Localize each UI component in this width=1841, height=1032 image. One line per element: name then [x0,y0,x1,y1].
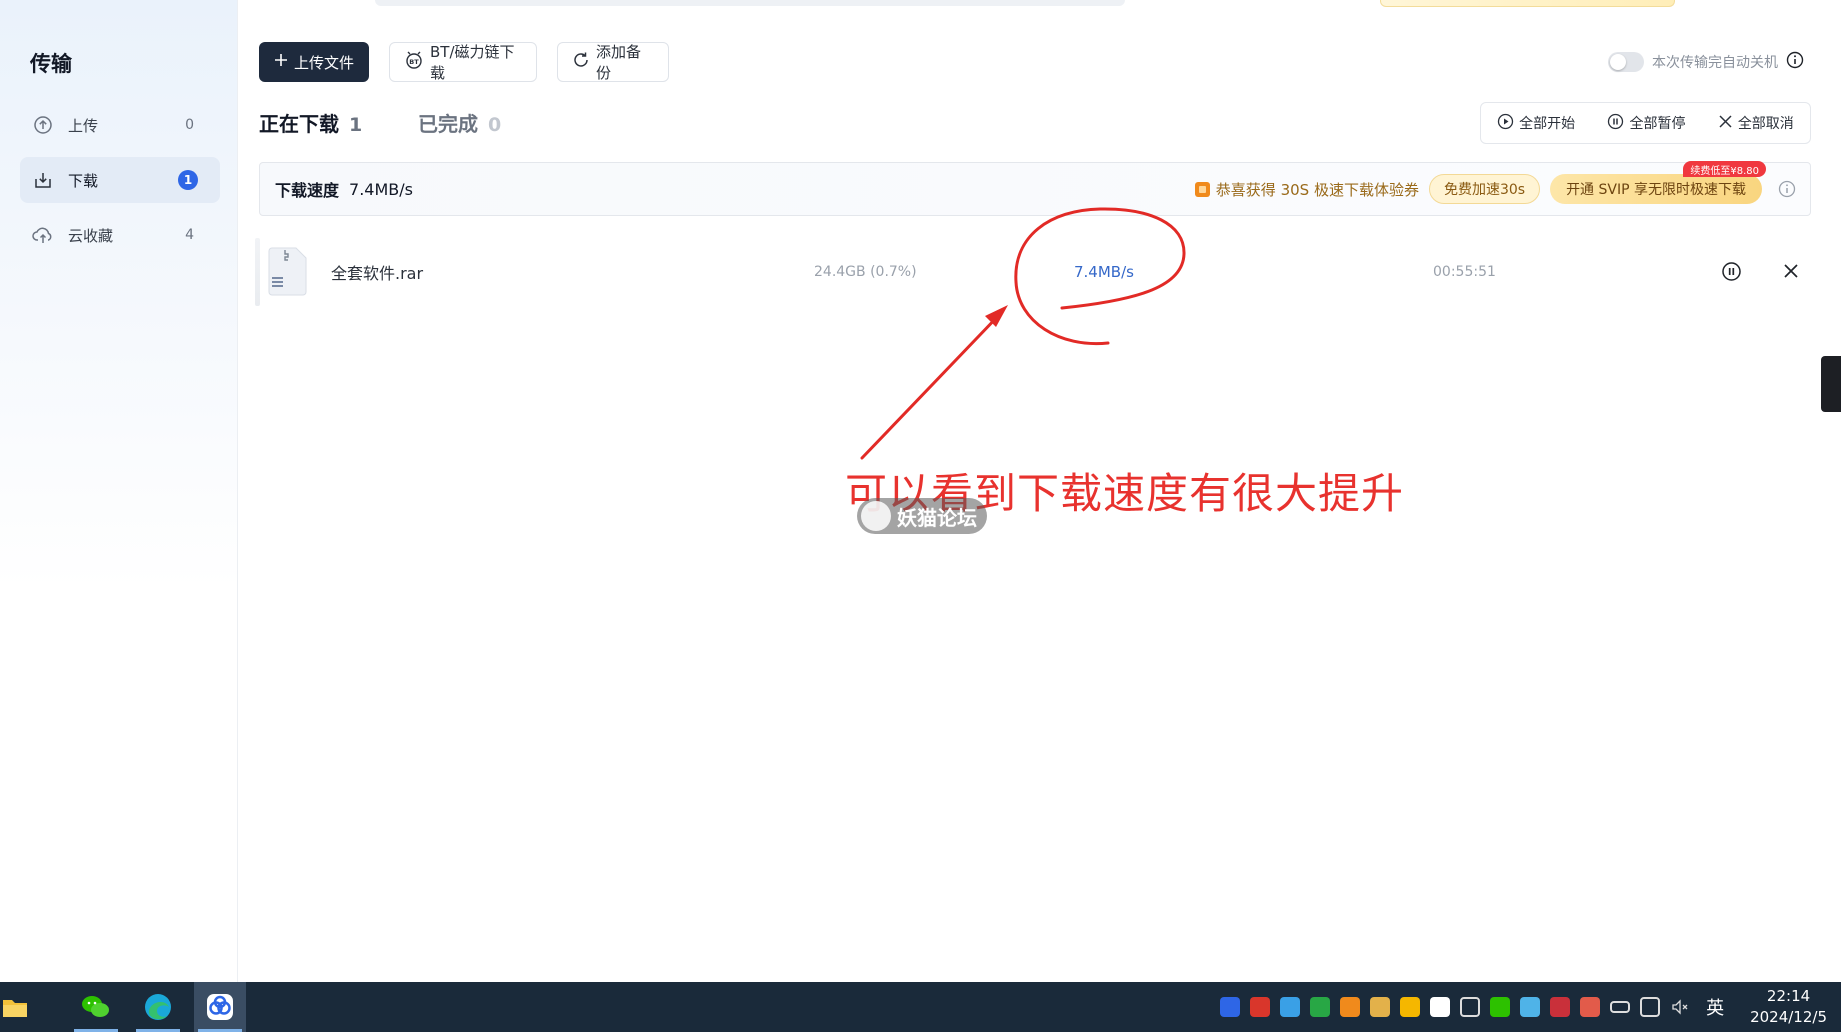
tab-completed-label: 已完成 [418,112,478,136]
auto-shutdown-label: 本次传输完自动关机 [1652,55,1778,71]
svip-offer: 开通 SVIP 享无限时极速下载 续费低至¥8.80 [1550,161,1766,204]
svip-price-tag: 续费低至¥8.80 [1683,161,1766,177]
network-icon[interactable] [1640,997,1661,1017]
input-language-indicator[interactable]: 英 [1706,994,1724,1020]
upload-count: 0 [185,117,194,133]
upload-file-label: 上传文件 [293,53,354,72]
calendar-tray-icon[interactable] [1520,997,1541,1017]
clock-date: 2024/12/5 [1750,1008,1827,1026]
annotation-arrow-line [860,312,1002,460]
svg-text:BT: BT [409,58,419,66]
upload-file-button[interactable]: 上传文件 [259,42,369,82]
file-size-progress: 24.4GB (0.7%) [814,264,917,280]
plus-icon [274,53,288,71]
tab-downloading[interactable]: 正在下载 1 [259,108,362,137]
auto-shutdown-toggle[interactable] [1608,52,1644,72]
battery-icon[interactable] [1610,1001,1631,1013]
download-speed-label: 下载速度 [275,181,340,200]
sidebar-item-label: 上传 [68,116,99,135]
top-vip-strip [1380,0,1675,7]
close-icon[interactable] [1782,262,1800,284]
edge-browser-icon[interactable] [132,982,184,1032]
speed-voucher-text: 恭喜获得 30S 极速下载体验券 [1215,180,1419,199]
table-row[interactable]: 全套软件.rar 24.4GB (0.7%) 7.4MB/s 00:55:51 [255,238,1811,306]
download-speed-value: 7.4MB/s [349,179,413,199]
sidebar-item-label: 下载 [68,171,99,190]
sidebar-title: 传输 [30,52,72,76]
copy-tray-icon[interactable] [1460,997,1481,1017]
sync-icon [572,51,590,73]
free-accelerate-button[interactable]: 免费加速30s [1428,174,1541,204]
bt-magnet-download-button[interactable]: BT BT/磁力链下载 [389,42,537,82]
shield-tray-icon[interactable] [1400,997,1421,1017]
system-tray: 英 22:14 2024/12/5 [1220,982,1827,1032]
file-time-remaining: 00:55:51 [1433,264,1496,280]
upload-circle-icon [32,114,54,136]
download-speed-bar: 下载速度 7.4MB/s 恭喜获得 30S 极速下载体验券 免费加速30s 开通… [259,161,1811,216]
bt-magnet-label: BT/磁力链下载 [430,43,515,82]
annotation-arrow-head [985,305,1008,327]
taskbar: 英 22:14 2024/12/5 [0,982,1841,1032]
top-window-strip [375,0,1125,6]
folder-tray-icon[interactable] [1370,997,1391,1017]
cancel-all-button[interactable]: 全部取消 [1718,113,1794,133]
download-tray-icon [32,169,54,191]
tab-completed[interactable]: 已完成 0 [418,108,501,137]
sidebar-item-label: 云收藏 [68,226,114,245]
app-tray-icon[interactable] [1340,997,1361,1017]
download-count-badge: 1 [178,170,198,190]
pause-all-label: 全部暂停 [1629,116,1686,132]
sidebar: 传输 上传 0 下载 1 云收藏 4 [0,0,238,982]
sidebar-item-download[interactable]: 下载 1 [20,157,220,203]
baidu-netdisk-taskbar-icon[interactable] [194,982,246,1032]
start-all-label: 全部开始 [1519,116,1576,132]
cloud-collection-count: 4 [185,227,194,243]
wechat-tray-icon[interactable] [1490,997,1511,1017]
open-svip-button[interactable]: 开通 SVIP 享无限时极速下载 [1550,174,1762,204]
watermark-text: 妖猫论坛 [897,505,977,530]
volume-muted-icon[interactable] [1670,997,1690,1017]
play-circle-icon [1497,113,1514,134]
pause-circle-icon [1607,113,1624,134]
cloud-upload-icon [32,224,54,246]
side-drawer-handle[interactable] [1821,356,1841,412]
bulk-actions-group: 全部开始 全部暂停 全部取消 [1480,102,1811,144]
add-backup-button[interactable]: 添加备份 [557,42,669,82]
auto-shutdown-setting: 本次传输完自动关机 [1608,50,1804,74]
speaker-app-tray-icon[interactable] [1580,997,1601,1017]
voucher-icon [1194,181,1210,197]
pause-circle-icon[interactable] [1721,261,1742,286]
file-name: 全套软件.rar [331,264,424,283]
speed-voucher-promo: 恭喜获得 30S 极速下载体验券 [1194,179,1419,200]
tab-downloading-count: 1 [349,114,363,136]
pause-all-button[interactable]: 全部暂停 [1607,113,1685,134]
file-explorer-icon[interactable] [0,982,30,1032]
tab-completed-count: 0 [488,114,502,136]
close-icon [1718,114,1733,133]
system-clock[interactable]: 22:14 2024/12/5 [1750,986,1827,1028]
speed-info-icon[interactable] [1778,180,1796,198]
file-download-speed: 7.4MB/s [1074,263,1134,281]
wechat-icon[interactable] [70,982,122,1032]
netdisk-tray-icon[interactable] [1220,997,1241,1017]
cloud-sync-tray-icon[interactable] [1280,997,1301,1017]
start-all-button[interactable]: 全部开始 [1497,113,1575,134]
cat-logo-icon [861,501,891,531]
record-tray-icon[interactable] [1550,997,1571,1017]
leaf-tray-icon[interactable] [1310,997,1331,1017]
sidebar-item-cloud-collection[interactable]: 云收藏 4 [20,212,220,258]
bt-icon: BT [404,51,424,73]
info-icon[interactable] [1786,51,1804,73]
sidebar-item-upload[interactable]: 上传 0 [20,102,220,148]
add-backup-label: 添加备份 [596,43,642,82]
clock-time: 22:14 [1766,987,1811,1005]
wps-tray-icon[interactable] [1250,997,1271,1017]
cancel-all-label: 全部取消 [1737,116,1794,132]
tab-downloading-label: 正在下载 [259,112,339,136]
window-tray-icon[interactable] [1430,997,1451,1017]
archive-file-icon [265,247,309,301]
forum-watermark: 妖猫论坛 [857,498,987,534]
